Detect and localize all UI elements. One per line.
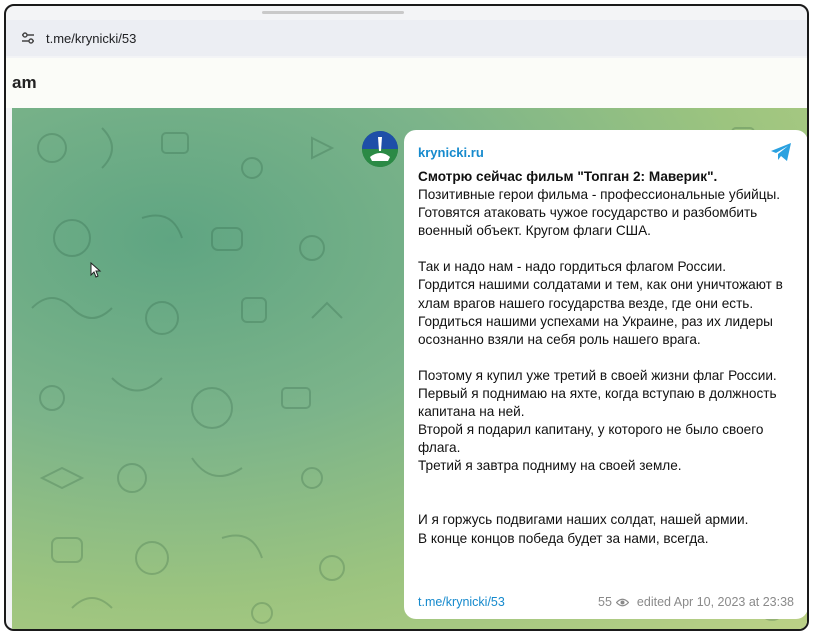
tune-icon[interactable]	[20, 30, 36, 46]
message-line: Гордится нашими солдатами и тем, как они…	[418, 277, 783, 311]
message-line: Гордиться нашими успехами на Украине, ра…	[418, 313, 773, 347]
eye-icon	[615, 598, 629, 606]
window-drag-handle[interactable]	[262, 11, 404, 14]
message-line: Позитивные герои фильма - профессиональн…	[418, 187, 781, 239]
edited-timestamp: edited Apr 10, 2023 at 23:38	[636, 595, 794, 609]
view-count: 55	[598, 595, 612, 609]
message-text: Смотрю сейчас фильм "Топган 2: Маверик".…	[418, 168, 794, 548]
message-line: Поэтому я купил уже третий в своей жизни…	[418, 367, 777, 383]
page-header: am	[6, 58, 807, 108]
address-bar[interactable]: t.me/krynicki/53	[6, 20, 807, 56]
message-meta: 55 edited Apr 10, 2023 at 23:38	[598, 595, 794, 609]
message-footer: t.me/krynicki/53 55 edited Apr 10, 2023 …	[418, 595, 794, 609]
post-link[interactable]: t.me/krynicki/53	[418, 595, 505, 609]
message-line: Так и надо нам - надо гордиться флагом Р…	[418, 259, 727, 275]
message-lead: Смотрю сейчас фильм "Топган 2: Маверик".	[418, 169, 718, 184]
message-line: И я горжусь подвигами наших солдат, наше…	[418, 512, 749, 528]
telegram-icon[interactable]	[770, 142, 792, 162]
message-line: Третий я завтра подниму на своей земле.	[418, 458, 682, 474]
channel-name-link[interactable]: krynicki.ru	[418, 144, 794, 162]
chat-wallpaper: krynicki.ru Смотрю сейчас фильм "Топган …	[12, 108, 807, 629]
page-title: am	[12, 73, 37, 92]
message-bubble: krynicki.ru Смотрю сейчас фильм "Топган …	[404, 130, 807, 619]
mouse-cursor-icon	[90, 262, 102, 278]
message-line: Второй я подарил капитану, у которого не…	[418, 422, 764, 456]
channel-avatar[interactable]	[362, 131, 398, 167]
message-line: Первый я поднимаю на яхте, когда вступаю…	[418, 385, 777, 420]
url-text[interactable]: t.me/krynicki/53	[46, 31, 136, 46]
browser-window: t.me/krynicki/53 am krynicki.ru Смотрю с…	[4, 4, 809, 631]
message-line: В конце концов победа будет за нами, все…	[418, 530, 709, 546]
